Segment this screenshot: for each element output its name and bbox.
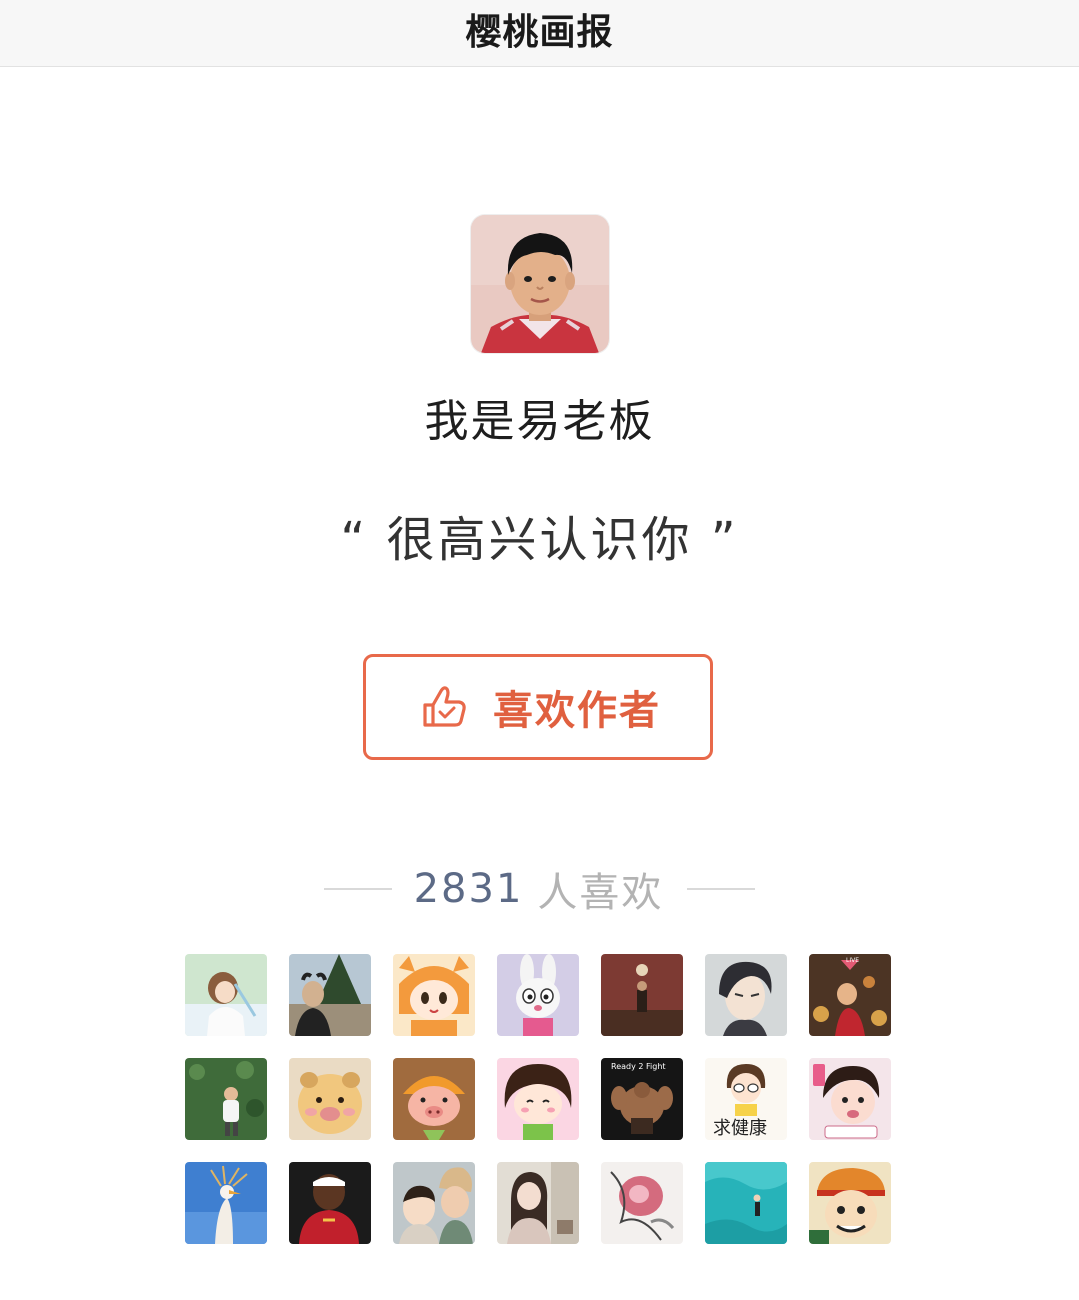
- fan-avatar[interactable]: [497, 954, 579, 1036]
- likes-summary: 2831 人喜欢: [0, 862, 1079, 916]
- author-avatar[interactable]: [471, 215, 609, 353]
- fan-avatar[interactable]: [289, 954, 371, 1036]
- fan-avatar[interactable]: [393, 954, 475, 1036]
- fan-avatar[interactable]: [393, 1058, 475, 1140]
- fan-avatar[interactable]: [705, 954, 787, 1036]
- author-greeting: “ 很高兴认识你 ”: [340, 512, 739, 568]
- fan-avatar[interactable]: [185, 954, 267, 1036]
- fan-avatar[interactable]: [497, 1058, 579, 1140]
- author-photo: [471, 215, 609, 353]
- fan-avatar[interactable]: [705, 1162, 787, 1244]
- fan-avatar[interactable]: [185, 1162, 267, 1244]
- author-name: 我是易老板: [424, 396, 655, 447]
- fan-avatar[interactable]: [601, 1162, 683, 1244]
- likes-count: 2831: [413, 866, 524, 912]
- fan-avatar[interactable]: [289, 1162, 371, 1244]
- fan-avatar[interactable]: [497, 1162, 579, 1244]
- fan-avatar[interactable]: [393, 1162, 475, 1244]
- like-author-label: 喜欢作者: [493, 688, 661, 734]
- fan-avatar[interactable]: 求健康: [705, 1058, 787, 1140]
- fan-avatar[interactable]: LIVE: [809, 954, 891, 1036]
- likes-suffix: 人喜欢: [537, 870, 664, 916]
- fan-avatar[interactable]: [185, 1058, 267, 1140]
- fan-avatar[interactable]: [289, 1058, 371, 1140]
- thumbs-up-icon: [423, 686, 466, 727]
- fan-avatar[interactable]: Ready 2 Fight: [601, 1058, 683, 1140]
- nav-bar: 樱桃画报: [0, 0, 1079, 67]
- page-title: 樱桃画报: [465, 12, 614, 53]
- fan-avatar[interactable]: [809, 1162, 891, 1244]
- fan-avatar[interactable]: [601, 954, 683, 1036]
- divider-left: [323, 888, 392, 890]
- fan-avatar[interactable]: [809, 1058, 891, 1140]
- divider-right: [687, 888, 756, 890]
- like-author-button[interactable]: 喜欢作者: [363, 654, 713, 760]
